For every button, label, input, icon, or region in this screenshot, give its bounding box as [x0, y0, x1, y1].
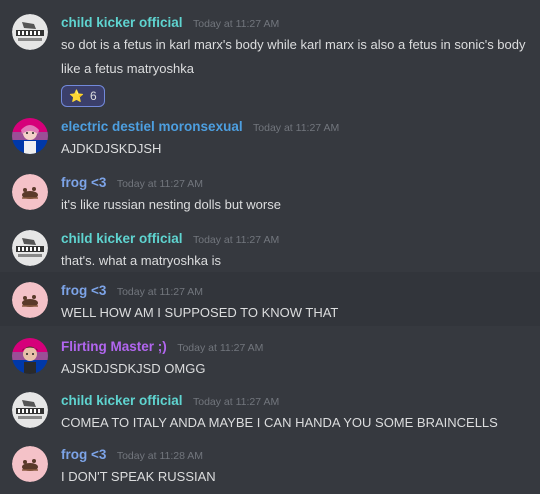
- avatar[interactable]: [12, 174, 48, 210]
- chat-messages: child kicker official Today at 11:27 AM …: [0, 0, 540, 494]
- timestamp: Today at 11:27 AM: [193, 396, 280, 408]
- timestamp: Today at 11:27 AM: [116, 286, 204, 298]
- avatar[interactable]: [12, 446, 48, 482]
- message[interactable]: frog <3 Today at 11:27 AM WELL HOW AM I …: [0, 272, 540, 326]
- message[interactable]: frog <3 Today at 11:28 AM I DON'T SPEAK …: [0, 442, 540, 492]
- avatar[interactable]: [12, 118, 48, 154]
- timestamp: Today at 11:27 AM: [193, 234, 280, 246]
- message-text: like a fetus matryoshka: [61, 61, 194, 76]
- message-text: it's like russian nesting dolls but wors…: [61, 197, 281, 212]
- avatar[interactable]: [12, 282, 48, 318]
- message-text: I DON'T SPEAK RUSSIAN: [61, 469, 216, 484]
- message[interactable]: frog <3 Today at 11:27 AM it's like russ…: [0, 168, 540, 218]
- message-text: COMEA TO ITALY ANDA MAYBE I CAN HANDA YO…: [61, 415, 498, 430]
- message-text: so dot is a fetus in karl marx's body wh…: [61, 37, 526, 52]
- author-name[interactable]: child kicker official: [61, 231, 183, 246]
- star-icon: ⭐: [69, 89, 84, 103]
- reaction-button[interactable]: ⭐ 6: [61, 85, 105, 107]
- reaction-count: 6: [89, 89, 97, 103]
- timestamp: Today at 11:28 AM: [116, 450, 204, 462]
- message[interactable]: electric destiel moronsexual Today at 11…: [0, 112, 540, 160]
- avatar[interactable]: [12, 230, 48, 266]
- message[interactable]: Flirting Master ;) Today at 11:27 AM AJS…: [0, 334, 540, 384]
- avatar[interactable]: [12, 392, 48, 428]
- author-name[interactable]: frog <3: [61, 283, 106, 298]
- message-text: AJDKDJSKDJSH: [61, 141, 162, 156]
- message[interactable]: child kicker official Today at 11:27 AM …: [0, 224, 540, 272]
- message-text: that's. what a matryoshka is: [61, 253, 221, 268]
- timestamp: Today at 11:27 AM: [193, 18, 280, 30]
- author-name[interactable]: child kicker official: [61, 393, 183, 408]
- message[interactable]: child kicker official Today at 11:27 AM …: [0, 10, 540, 107]
- timestamp: Today at 11:27 AM: [116, 178, 204, 190]
- author-name[interactable]: frog <3: [61, 175, 106, 190]
- author-name[interactable]: frog <3: [61, 447, 106, 462]
- avatar[interactable]: [12, 338, 48, 374]
- message[interactable]: child kicker official Today at 11:27 AM …: [0, 388, 540, 438]
- author-name[interactable]: child kicker official: [61, 15, 183, 30]
- message-text: AJSKDJSDKJSD OMGG: [61, 361, 206, 376]
- message-text: WELL HOW AM I SUPPOSED TO KNOW THAT: [61, 305, 339, 320]
- timestamp: Today at 11:27 AM: [253, 122, 340, 134]
- author-name[interactable]: electric destiel moronsexual: [61, 119, 243, 134]
- avatar[interactable]: [12, 14, 48, 50]
- author-name[interactable]: Flirting Master ;): [61, 339, 167, 354]
- timestamp: Today at 11:27 AM: [177, 342, 264, 354]
